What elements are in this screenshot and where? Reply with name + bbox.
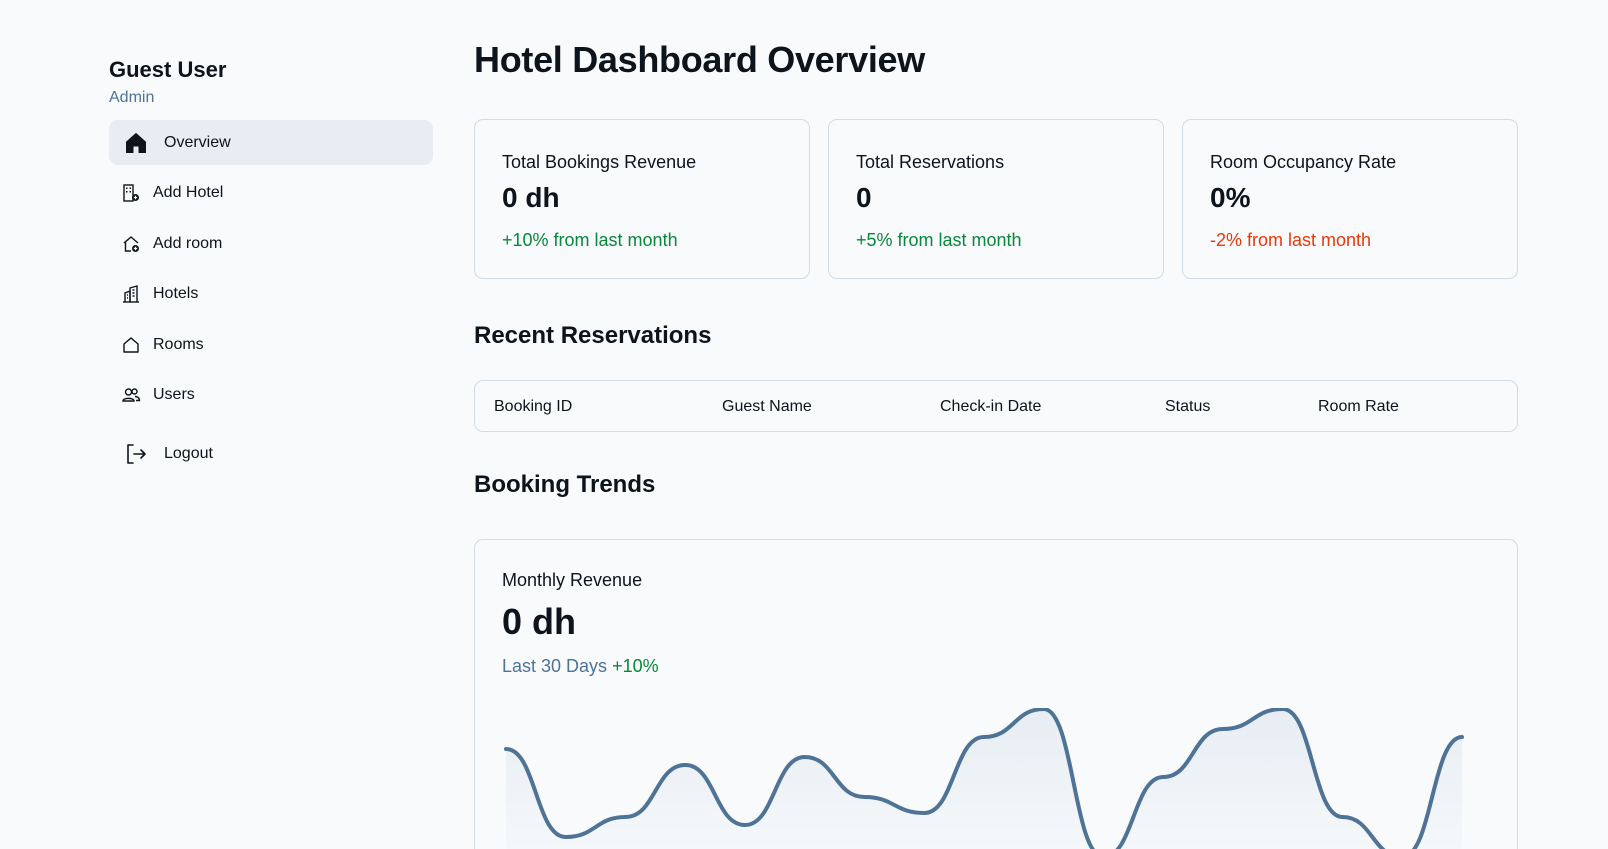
house-icon — [124, 131, 148, 155]
user-name: Guest User — [109, 57, 227, 82]
reservations-title: Recent Reservations — [474, 322, 712, 349]
table-header-room-rate[interactable]: Room Rate — [1318, 396, 1399, 418]
reservations-table: Booking ID Guest Name Check-in Date Stat… — [474, 380, 1518, 432]
user-role: Admin — [109, 89, 155, 106]
sidebar-item-label: Users — [153, 386, 195, 403]
stat-delta: +10% from last month — [502, 230, 678, 250]
users-icon — [121, 383, 141, 407]
stat-delta: +5% from last month — [856, 230, 1022, 250]
stat-value: 0 dh — [502, 182, 560, 213]
stats-row: Total Bookings Revenue 0 dh +10% from la… — [474, 119, 1518, 279]
logout-icon — [124, 442, 148, 466]
sidebar-item-users[interactable]: Users — [109, 373, 433, 418]
table-header-checkin-date[interactable]: Check-in Date — [940, 396, 1041, 418]
building-add-icon — [121, 181, 141, 205]
sidebar-item-label: Hotels — [153, 285, 199, 302]
sidebar-item-hotels[interactable]: Hotels — [109, 272, 433, 317]
sidebar-item-add-hotel[interactable]: Add Hotel — [109, 171, 433, 216]
stat-card-reservations: Total Reservations 0 +5% from last month — [828, 119, 1164, 279]
table-header-booking-id[interactable]: Booking ID — [494, 396, 572, 418]
stat-card-occupancy: Room Occupancy Rate 0% -2% from last mon… — [1182, 119, 1518, 279]
revenue-chart-card: Monthly Revenue 0 dh Last 30 Days +10% — [474, 539, 1518, 849]
table-header-status[interactable]: Status — [1165, 396, 1210, 418]
stat-label: Total Bookings Revenue — [502, 152, 697, 172]
chart-period: Last 30 Days — [502, 656, 608, 676]
house-outline-icon — [121, 333, 141, 357]
sidebar-item-label: Add room — [153, 234, 223, 252]
stat-card-revenue: Total Bookings Revenue 0 dh +10% from la… — [474, 119, 810, 279]
sidebar-item-add-room[interactable]: Add room — [109, 221, 433, 266]
page-title: Hotel Dashboard Overview — [474, 39, 925, 80]
stat-value: 0 — [856, 182, 872, 213]
sidebar-item-overview[interactable]: Overview — [109, 120, 433, 165]
chart-subtitle: Last 30 Days +10% — [502, 654, 1490, 678]
main-content: Hotel Dashboard Overview Total Bookings … — [474, 36, 1518, 849]
sidebar-item-rooms[interactable]: Rooms — [109, 322, 433, 367]
sidebar-item-label: Overview — [164, 133, 231, 151]
revenue-line-chart — [504, 708, 1464, 849]
sidebar: Guest User Admin Overview Add Hotel Add … — [109, 56, 433, 477]
logout-button[interactable]: Logout — [109, 432, 433, 477]
stat-delta: -2% from last month — [1210, 230, 1372, 250]
trends-title: Booking Trends — [474, 471, 656, 498]
logout-label: Logout — [164, 445, 213, 462]
chart-delta: +10% — [612, 656, 659, 676]
buildings-icon — [121, 282, 141, 306]
sidebar-nav: Overview Add Hotel Add room Hotels Rooms… — [109, 120, 433, 477]
chart-title: Monthly Revenue — [502, 570, 643, 590]
stat-value: 0% — [1210, 182, 1251, 213]
house-add-icon — [121, 232, 141, 256]
stat-label: Room Occupancy Rate — [1210, 152, 1397, 172]
sidebar-item-label: Rooms — [153, 335, 204, 353]
stat-label: Total Reservations — [856, 152, 1005, 172]
table-header-guest-name[interactable]: Guest Name — [722, 396, 812, 418]
sidebar-item-label: Add Hotel — [153, 184, 224, 201]
chart-value: 0 dh — [502, 601, 577, 642]
